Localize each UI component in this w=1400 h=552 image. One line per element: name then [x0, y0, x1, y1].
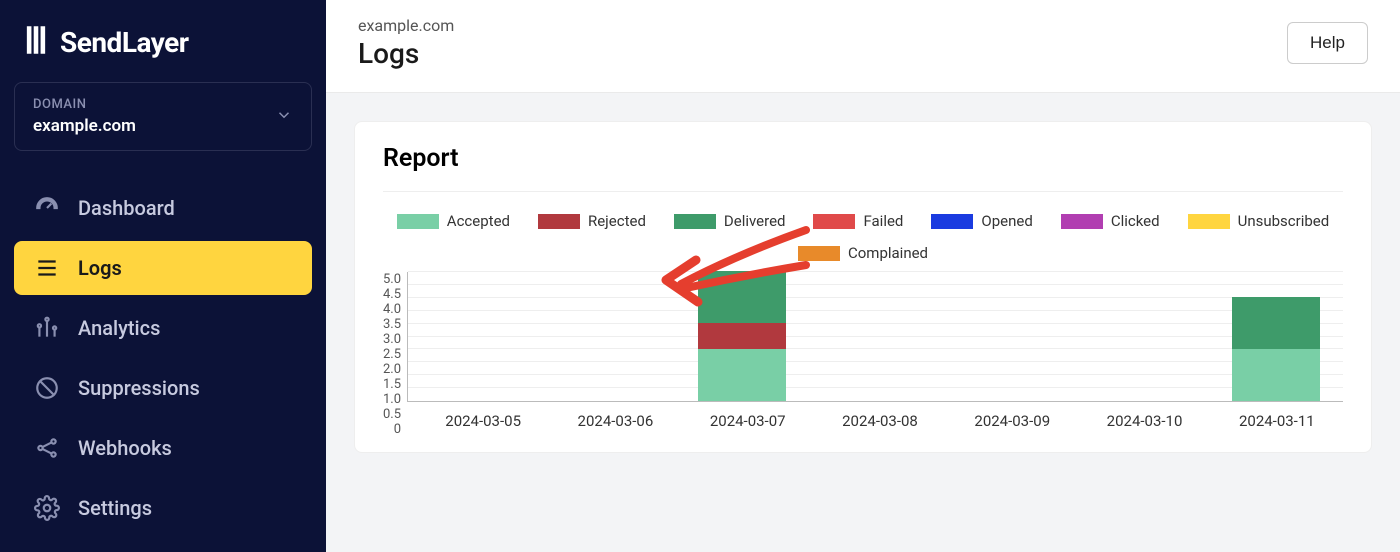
- legend-item-complained[interactable]: Complained: [798, 244, 928, 262]
- chart-column: [1209, 272, 1343, 401]
- chart-column: [1076, 272, 1210, 401]
- legend-item-failed[interactable]: Failed: [813, 212, 903, 230]
- legend-label: Accepted: [447, 212, 510, 230]
- bar-segment-rejected: [698, 323, 786, 349]
- legend-label: Failed: [863, 212, 903, 230]
- chart: 5.04.54.03.53.02.52.01.51.00.50: [383, 272, 1343, 402]
- x-tick-label: 2024-03-06: [549, 402, 681, 430]
- breadcrumb: example.com: [358, 16, 454, 35]
- sidebar-item-dashboard[interactable]: Dashboard: [14, 181, 312, 235]
- y-tick-label: 0: [394, 422, 401, 437]
- y-tick-label: 2.0: [383, 362, 401, 377]
- x-tick-label: 2024-03-09: [946, 402, 1078, 430]
- chart-column: [675, 272, 809, 401]
- legend-item-rejected[interactable]: Rejected: [538, 212, 646, 230]
- chart-y-axis: 5.04.54.03.53.02.52.01.51.00.50: [383, 272, 407, 402]
- legend-item-clicked[interactable]: Clicked: [1061, 212, 1160, 230]
- chart-column: [408, 272, 542, 401]
- legend-item-opened[interactable]: Opened: [931, 212, 1032, 230]
- y-tick-label: 4.5: [383, 287, 401, 302]
- chart-bar[interactable]: [698, 271, 786, 401]
- sidebar-item-analytics[interactable]: Analytics: [14, 301, 312, 355]
- webhooks-icon: [34, 435, 60, 461]
- logs-icon: [34, 255, 60, 281]
- report-card: Report Accepted Rejected Delivered Failed Op…: [354, 121, 1372, 453]
- sidebar: SendLayer DOMAIN example.com Dashboard Lo…: [0, 0, 326, 552]
- legend-swatch-icon: [1061, 214, 1103, 229]
- y-tick-label: 0.5: [383, 407, 401, 422]
- page-header: example.com Logs Help: [326, 0, 1400, 93]
- legend-label: Opened: [981, 212, 1032, 230]
- legend-swatch-icon: [397, 214, 439, 229]
- sidebar-item-label: Analytics: [78, 316, 160, 340]
- legend-item-delivered[interactable]: Delivered: [674, 212, 786, 230]
- legend-swatch-icon: [538, 214, 580, 229]
- settings-icon: [34, 495, 60, 521]
- bar-segment-delivered: [1232, 297, 1320, 349]
- suppressions-icon: [34, 375, 60, 401]
- page-title: Logs: [358, 37, 454, 70]
- sidebar-item-webhooks[interactable]: Webhooks: [14, 421, 312, 475]
- chart-column: [542, 272, 676, 401]
- sidebar-item-label: Settings: [78, 496, 152, 520]
- y-tick-label: 3.0: [383, 332, 401, 347]
- dashboard-icon: [34, 195, 60, 221]
- chart-legend: Accepted Rejected Delivered Failed Opened Cli…: [383, 191, 1343, 262]
- bar-segment-delivered: [698, 271, 786, 323]
- legend-label: Clicked: [1111, 212, 1160, 230]
- sidebar-item-settings[interactable]: Settings: [14, 481, 312, 535]
- brand-name: SendLayer: [60, 26, 189, 59]
- report-title: Report: [383, 144, 1343, 173]
- legend-item-unsubscribed[interactable]: Unsubscribed: [1188, 212, 1330, 230]
- y-tick-label: 3.5: [383, 317, 401, 332]
- chart-column: [942, 272, 1076, 401]
- sidebar-item-logs[interactable]: Logs: [14, 241, 312, 295]
- bar-segment-accepted: [1232, 349, 1320, 401]
- brand-logo[interactable]: SendLayer: [14, 18, 312, 82]
- sidebar-item-suppressions[interactable]: Suppressions: [14, 361, 312, 415]
- legend-swatch-icon: [674, 214, 716, 229]
- x-tick-label: 2024-03-05: [417, 402, 549, 430]
- y-tick-label: 1.5: [383, 377, 401, 392]
- legend-label: Complained: [848, 244, 928, 262]
- sidebar-item-label: Suppressions: [78, 376, 200, 400]
- legend-swatch-icon: [1188, 214, 1230, 229]
- sidebar-item-label: Logs: [78, 256, 122, 280]
- legend-label: Rejected: [588, 212, 646, 230]
- domain-selector-value: example.com: [33, 116, 136, 136]
- help-button[interactable]: Help: [1287, 22, 1368, 64]
- legend-label: Delivered: [724, 212, 786, 230]
- sendlayer-logo-icon: [22, 24, 50, 60]
- legend-item-accepted[interactable]: Accepted: [397, 212, 510, 230]
- chevron-down-icon: [275, 106, 293, 128]
- domain-selector[interactable]: DOMAIN example.com: [14, 82, 312, 151]
- legend-label: Unsubscribed: [1238, 212, 1330, 230]
- domain-selector-label: DOMAIN: [33, 97, 136, 112]
- x-tick-label: 2024-03-08: [814, 402, 946, 430]
- chart-column: [809, 272, 943, 401]
- x-tick-label: 2024-03-10: [1078, 402, 1210, 430]
- chart-x-axis: 2024-03-052024-03-062024-03-072024-03-08…: [417, 402, 1343, 430]
- x-tick-label: 2024-03-07: [682, 402, 814, 430]
- sidebar-nav: Dashboard Logs Analytics Suppressions Webhoo…: [14, 181, 312, 535]
- y-tick-label: 5.0: [383, 272, 401, 287]
- x-tick-label: 2024-03-11: [1211, 402, 1343, 430]
- analytics-icon: [34, 315, 60, 341]
- chart-plot-area: [407, 272, 1343, 402]
- bar-segment-accepted: [698, 349, 786, 401]
- chart-bar[interactable]: [1232, 297, 1320, 401]
- legend-swatch-icon: [931, 214, 973, 229]
- sidebar-item-label: Dashboard: [78, 196, 175, 220]
- y-tick-label: 2.5: [383, 347, 401, 362]
- legend-swatch-icon: [813, 214, 855, 229]
- y-tick-label: 4.0: [383, 302, 401, 317]
- main-content: example.com Logs Help Report Accepted Rej…: [326, 0, 1400, 552]
- y-tick-label: 1.0: [383, 392, 401, 407]
- legend-swatch-icon: [798, 246, 840, 261]
- sidebar-item-label: Webhooks: [78, 436, 172, 460]
